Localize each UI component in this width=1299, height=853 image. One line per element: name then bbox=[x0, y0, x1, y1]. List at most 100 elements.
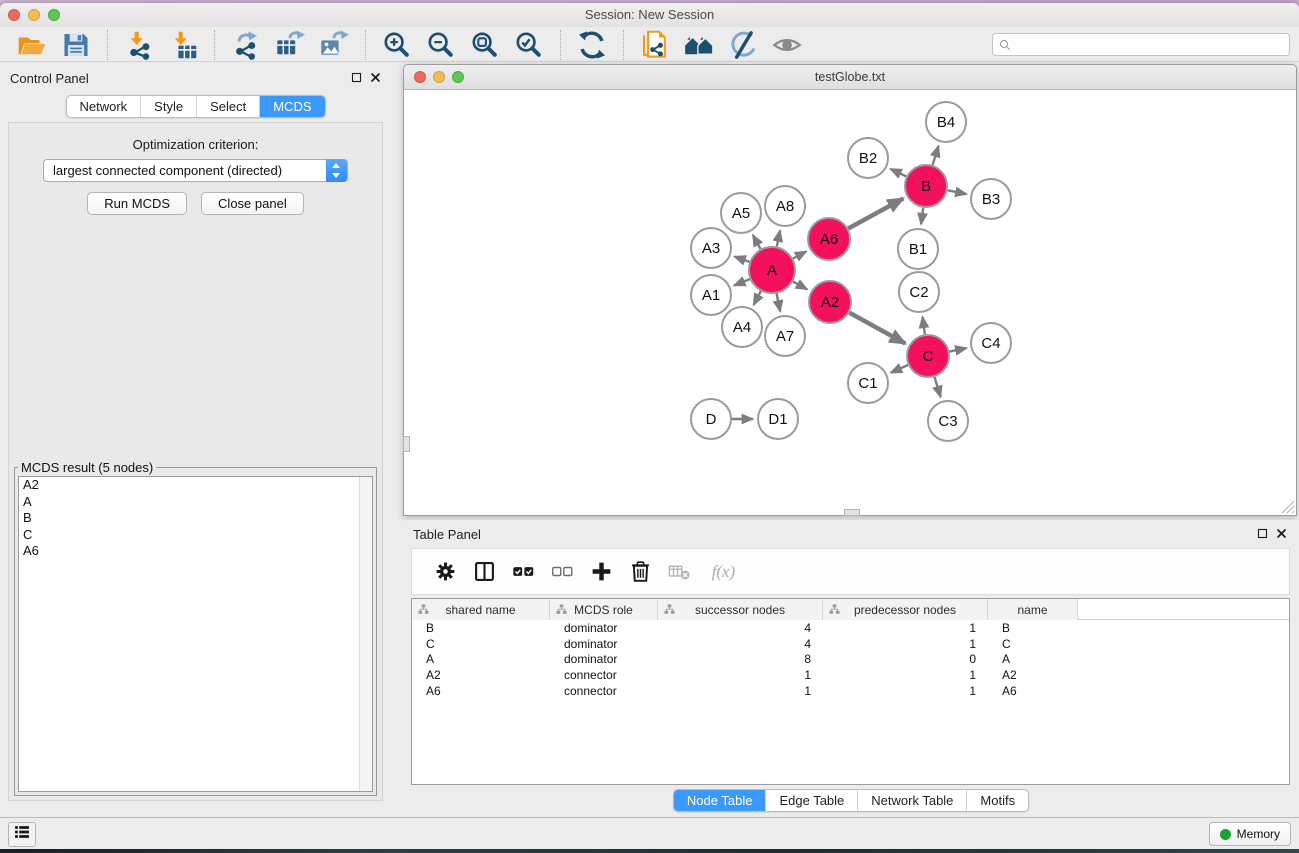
export-table-icon[interactable] bbox=[275, 30, 305, 60]
tab-network-table[interactable]: Network Table bbox=[858, 790, 967, 811]
edge-B-B2[interactable] bbox=[891, 169, 907, 177]
mcds-result-item[interactable]: A6 bbox=[19, 543, 372, 560]
edge-A2-C[interactable] bbox=[849, 313, 905, 344]
mcds-result-item[interactable]: A bbox=[19, 494, 372, 511]
eye-icon[interactable] bbox=[772, 30, 802, 60]
table-cell[interactable]: B bbox=[412, 621, 550, 635]
edge-B-B4[interactable] bbox=[933, 146, 939, 165]
splitter-gripper-horizontal[interactable] bbox=[844, 509, 860, 516]
close-table-panel-icon[interactable] bbox=[1275, 527, 1288, 540]
node-A5[interactable]: A5 bbox=[721, 193, 761, 233]
edge-A6-B[interactable] bbox=[848, 199, 903, 229]
tab-edge-table[interactable]: Edge Table bbox=[766, 790, 858, 811]
import-network-icon[interactable] bbox=[124, 30, 154, 60]
table-cell[interactable]: 0 bbox=[823, 652, 988, 666]
refresh-layout-icon[interactable] bbox=[577, 30, 607, 60]
edge-A-A8[interactable] bbox=[777, 231, 780, 247]
titlebar[interactable]: Session: New Session bbox=[0, 3, 1299, 27]
add-column-icon[interactable] bbox=[590, 560, 613, 583]
zoom-in-icon[interactable] bbox=[382, 30, 412, 60]
hide-details-icon[interactable] bbox=[728, 30, 758, 60]
node-C[interactable]: C bbox=[907, 335, 949, 377]
mcds-result-item[interactable]: B bbox=[19, 510, 372, 527]
memory-button[interactable]: Memory bbox=[1209, 822, 1291, 846]
table-cell[interactable]: 1 bbox=[823, 684, 988, 698]
column-header-shared-name[interactable]: shared name bbox=[412, 599, 550, 620]
table-cell[interactable]: connector bbox=[550, 684, 658, 698]
mcds-result-list[interactable]: A2ABCA6 bbox=[18, 476, 373, 792]
node-D[interactable]: D bbox=[691, 399, 731, 439]
delete-column-icon[interactable] bbox=[629, 560, 652, 583]
edge-C-C2[interactable] bbox=[923, 317, 925, 334]
float-table-panel-icon[interactable] bbox=[1256, 527, 1269, 540]
network-canvas[interactable]: B4B2BB3A5A8A6A3B1AA1C2A2A4A7C4CC1C3DD1 bbox=[404, 91, 1296, 515]
table-row[interactable]: Bdominator41B bbox=[412, 620, 1289, 636]
table-cell[interactable]: dominator bbox=[550, 652, 658, 666]
table-cell[interactable]: A6 bbox=[988, 684, 1078, 698]
mcds-result-item[interactable]: A2 bbox=[19, 477, 372, 494]
node-A8[interactable]: A8 bbox=[765, 186, 805, 226]
deselect-all-icon[interactable] bbox=[551, 560, 574, 583]
table-cell[interactable]: A bbox=[412, 652, 550, 666]
tab-motifs[interactable]: Motifs bbox=[967, 790, 1028, 811]
edge-A-A7[interactable] bbox=[777, 294, 781, 312]
table-cell[interactable]: 8 bbox=[658, 652, 823, 666]
table-row[interactable]: Adominator80A bbox=[412, 651, 1289, 667]
network-window-titlebar[interactable]: testGlobe.txt bbox=[404, 65, 1296, 90]
tab-network[interactable]: Network bbox=[66, 96, 141, 117]
float-panel-icon[interactable] bbox=[350, 71, 363, 84]
table-cell[interactable]: 1 bbox=[658, 668, 823, 682]
node-C3[interactable]: C3 bbox=[928, 401, 968, 441]
edge-C-C4[interactable] bbox=[950, 348, 967, 352]
settings-gear-icon[interactable] bbox=[434, 560, 457, 583]
edge-A-A6[interactable] bbox=[793, 251, 806, 258]
tab-node-table[interactable]: Node Table bbox=[674, 790, 767, 811]
select-all-icon[interactable] bbox=[512, 560, 535, 583]
edge-A-A4[interactable] bbox=[754, 291, 761, 305]
node-B3[interactable]: B3 bbox=[971, 179, 1011, 219]
table-cell[interactable]: dominator bbox=[550, 621, 658, 635]
column-layout-icon[interactable] bbox=[473, 560, 496, 583]
tab-mcds[interactable]: MCDS bbox=[260, 96, 324, 117]
mcds-result-item[interactable]: C bbox=[19, 527, 372, 544]
table-cell[interactable]: C bbox=[412, 637, 550, 651]
table-cell[interactable]: B bbox=[988, 621, 1078, 635]
tab-style[interactable]: Style bbox=[141, 96, 197, 117]
edge-A-A1[interactable] bbox=[734, 279, 750, 285]
open-network-doc-icon[interactable] bbox=[640, 30, 670, 60]
table-cell[interactable]: connector bbox=[550, 668, 658, 682]
table-cell[interactable]: 1 bbox=[823, 621, 988, 635]
column-header-successor-nodes[interactable]: successor nodes bbox=[658, 599, 823, 620]
table-cell[interactable]: dominator bbox=[550, 637, 658, 651]
table-row[interactable]: A6connector11A6 bbox=[412, 683, 1289, 699]
edge-C-C1[interactable] bbox=[891, 365, 908, 373]
close-mcds-panel-button[interactable]: Close panel bbox=[201, 192, 304, 215]
zoom-fit-icon[interactable] bbox=[470, 30, 500, 60]
node-C1[interactable]: C1 bbox=[848, 363, 888, 403]
open-session-icon[interactable] bbox=[17, 30, 47, 60]
node-A2[interactable]: A2 bbox=[809, 281, 851, 323]
node-A7[interactable]: A7 bbox=[765, 316, 805, 356]
save-session-icon[interactable] bbox=[61, 30, 91, 60]
table-row[interactable]: A2connector11A2 bbox=[412, 667, 1289, 683]
export-image-icon[interactable] bbox=[319, 30, 349, 60]
edge-A-A3[interactable] bbox=[735, 257, 750, 262]
edge-B-B3[interactable] bbox=[948, 190, 967, 194]
splitter-gripper-vertical[interactable] bbox=[403, 436, 410, 452]
table-cell[interactable]: 4 bbox=[658, 637, 823, 651]
table-row[interactable]: Cdominator41C bbox=[412, 636, 1289, 652]
table-cell[interactable]: C bbox=[988, 637, 1078, 651]
node-A4[interactable]: A4 bbox=[722, 307, 762, 347]
edge-B-B1[interactable] bbox=[921, 208, 923, 224]
task-history-button[interactable] bbox=[8, 822, 36, 847]
optimization-criterion-select[interactable]: largest connected component (directed) bbox=[43, 159, 348, 182]
export-network-icon[interactable] bbox=[231, 30, 261, 60]
edge-C-C3[interactable] bbox=[935, 377, 941, 397]
resize-handle[interactable] bbox=[1281, 500, 1295, 514]
node-A3[interactable]: A3 bbox=[691, 228, 731, 268]
import-table-icon[interactable] bbox=[168, 30, 198, 60]
table-cell[interactable]: 1 bbox=[823, 637, 988, 651]
edge-A-A5[interactable] bbox=[753, 235, 761, 249]
node-B1[interactable]: B1 bbox=[898, 229, 938, 269]
table-cell[interactable]: 4 bbox=[658, 621, 823, 635]
